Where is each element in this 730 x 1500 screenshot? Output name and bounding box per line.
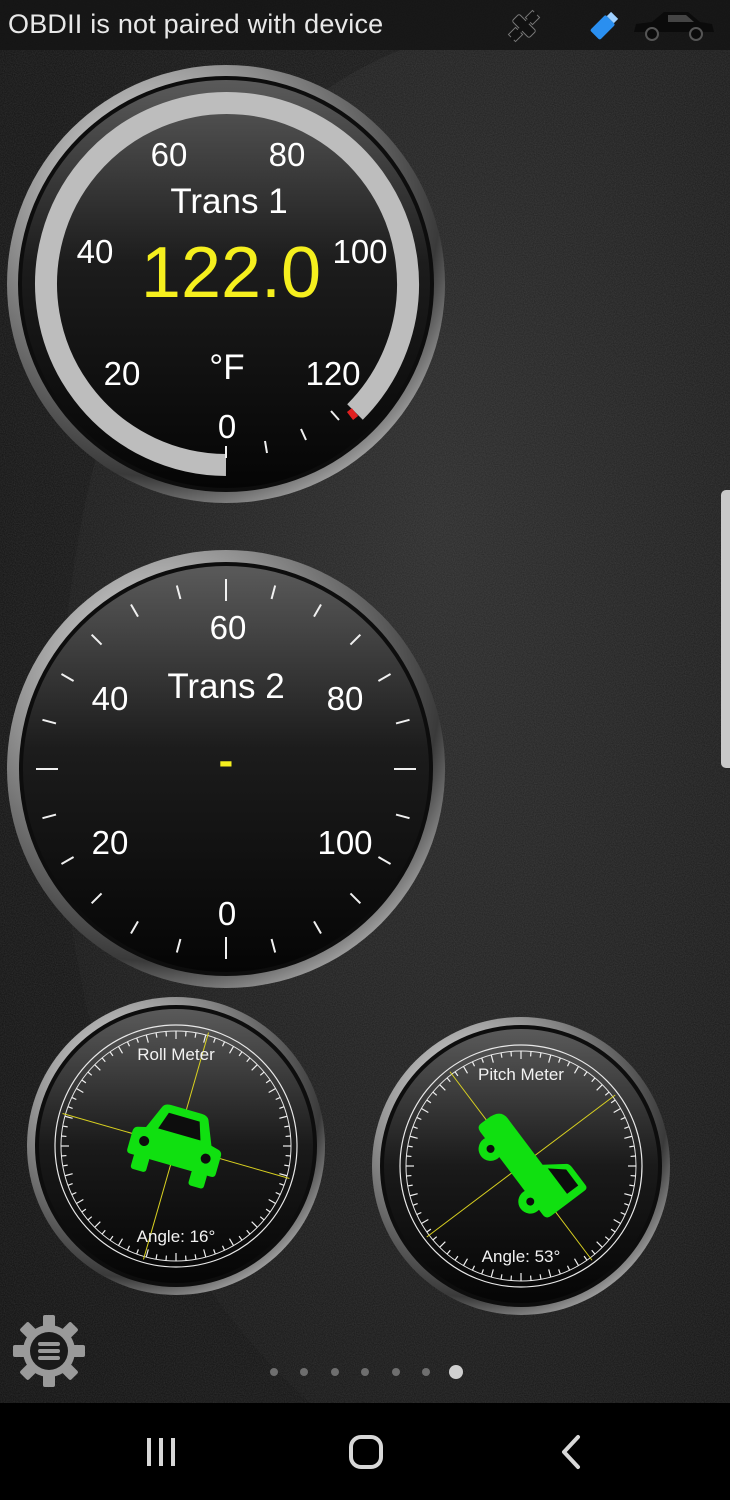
dial-tick — [284, 1164, 290, 1167]
dial-tick — [629, 1145, 635, 1148]
dial-tick — [155, 1032, 158, 1038]
page-dot[interactable] — [270, 1368, 278, 1376]
trans2-tick-80: 80 — [327, 680, 364, 717]
back-icon — [562, 1435, 580, 1469]
trans1-tick-40: 40 — [77, 233, 114, 270]
page-dot[interactable] — [300, 1368, 308, 1376]
pitch-meter-gauge[interactable]: Pitch Meter Angle: 53° — [371, 1016, 671, 1316]
recent-apps-button[interactable] — [131, 1427, 191, 1477]
dial-tick — [62, 1125, 68, 1128]
roll-angle-label: Angle: 16° — [137, 1227, 216, 1246]
trans2-title: Trans 2 — [167, 667, 284, 706]
trans1-tick-80: 80 — [269, 136, 306, 173]
recent-apps-icon — [147, 1438, 175, 1466]
dial-tick — [629, 1184, 635, 1187]
dial-tick — [407, 1145, 413, 1148]
dial-tick — [194, 1254, 197, 1260]
trans2-gauge[interactable]: 0 20 40 60 80 100 Trans 2 - — [5, 550, 447, 992]
trans1-unit: °F — [209, 348, 244, 387]
dial-tick — [284, 1125, 290, 1128]
trans2-tick-40: 40 — [92, 680, 129, 717]
page-dot[interactable] — [392, 1368, 400, 1376]
page-indicator — [264, 1363, 474, 1381]
trans1-tick-60: 60 — [151, 136, 188, 173]
dial-tick — [194, 1032, 197, 1038]
edge-panel-handle[interactable] — [721, 490, 730, 768]
trans1-value: 122.0 — [141, 233, 321, 313]
home-button[interactable] — [336, 1427, 396, 1477]
system-navigation-bar — [0, 1403, 730, 1500]
settings-button[interactable] — [12, 1314, 86, 1388]
trans1-tick-120: 120 — [305, 355, 360, 392]
dial-tick — [407, 1184, 413, 1187]
dial-tick — [62, 1164, 68, 1167]
trans1-gauge[interactable]: 0 20 40 60 80 100 120 Trans 1 °F 122.0 — [5, 63, 447, 505]
connection-status-text: OBDII is not paired with device — [8, 9, 384, 39]
roll-meter-title: Roll Meter — [137, 1045, 215, 1064]
trans2-tick-100: 100 — [317, 824, 372, 861]
trans1-tick-100: 100 — [332, 233, 387, 270]
page-dot[interactable] — [422, 1368, 430, 1376]
bluetooth-adapter-icon[interactable] — [585, 8, 623, 49]
gear-icon — [13, 1315, 85, 1387]
trans2-tick-60: 60 — [210, 609, 247, 646]
gps-off-icon[interactable] — [505, 8, 543, 49]
page-dot-active[interactable] — [449, 1365, 463, 1379]
app-screen: OBDII is not paired with device 0 20 40 … — [0, 0, 730, 1500]
dial-tick — [155, 1254, 158, 1260]
dial-tick — [500, 1274, 503, 1280]
page-dot[interactable] — [361, 1368, 369, 1376]
back-button[interactable] — [540, 1427, 600, 1477]
pitch-meter-title: Pitch Meter — [478, 1065, 564, 1084]
trans2-tick-20: 20 — [92, 824, 129, 861]
trans1-title: Trans 1 — [170, 182, 287, 221]
trans2-tick-0: 0 — [218, 895, 236, 932]
dial-tick — [539, 1052, 542, 1058]
home-icon — [349, 1435, 383, 1469]
car-icon[interactable] — [630, 8, 716, 47]
status-bar: OBDII is not paired with device — [0, 0, 730, 50]
dial-tick — [539, 1274, 542, 1280]
dial-tick — [500, 1052, 503, 1058]
trans1-tick-0: 0 — [218, 408, 236, 445]
trans1-redline-mark — [346, 408, 359, 420]
page-dot[interactable] — [331, 1368, 339, 1376]
pitch-angle-label: Angle: 53° — [482, 1247, 561, 1266]
roll-meter-gauge[interactable]: Roll Meter Angle: 16° — [26, 996, 326, 1296]
trans2-value: - — [219, 736, 234, 785]
trans1-tick-20: 20 — [104, 355, 141, 392]
